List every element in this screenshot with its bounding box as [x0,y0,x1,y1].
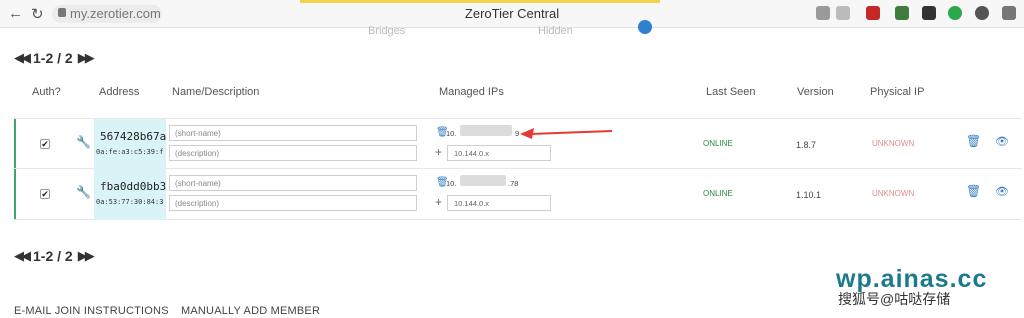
pagination-label: 1-2 / 2 [33,248,73,264]
pagination-top: ◀◀ 1-2 / 2 ▶▶ [14,50,95,66]
wrench-icon[interactable]: 🔧 [76,185,91,199]
manually-add-member-link[interactable]: MANUALLY ADD MEMBER [181,305,320,317]
header-auth[interactable]: Auth? [32,86,61,98]
trash-icon[interactable]: 🗑 [966,184,981,198]
member-mac: 0a:53:77:30:84:3 [96,198,164,206]
prev-page-icon[interactable]: ◀◀ [14,50,31,66]
email-join-instructions-link[interactable]: E-MAIL JOIN INSTRUCTIONS [14,305,169,317]
plus-icon[interactable]: + [435,145,442,159]
managed-ip-redacted [460,125,512,136]
extension-icon[interactable] [816,6,830,20]
member-address-cell: 567428b67a 0a:fe:a3:c5:39:f [94,119,166,170]
extension-misc-icon[interactable] [1002,6,1016,20]
header-name[interactable]: Name/Description [172,86,259,98]
header-version[interactable]: Version [797,86,834,98]
trash-icon[interactable]: 🗑 [966,134,981,148]
pagination-label: 1-2 / 2 [33,50,73,66]
row-accent-bar [14,169,16,219]
extension-red-icon[interactable] [866,6,880,20]
table-row: ✔ 🔧 fba0dd0bb3 0a:53:77:30:84:3 (short-n… [14,169,1022,220]
bookmark-icon[interactable] [836,6,850,20]
header-address[interactable]: Address [99,86,139,98]
auth-checkbox[interactable]: ✔ [40,139,50,149]
short-name-input[interactable]: (short-name) [169,125,417,141]
extension-bulb-icon[interactable] [975,6,989,20]
header-managed-ips[interactable]: Managed IPs [439,86,504,98]
next-page-icon[interactable]: ▶▶ [78,248,95,264]
last-seen-status: ONLINE [703,139,733,148]
pagination-bottom: ◀◀ 1-2 / 2 ▶▶ [14,248,95,264]
member-version: 1.8.7 [796,140,817,150]
physical-ip: UNKNOWN [872,189,915,198]
annotation-arrow-icon [520,128,613,139]
managed-ip-prefix: 10. [446,179,457,188]
browser-toolbar: ← ↻ my.zerotier.com ZeroTier Central [0,0,1024,28]
member-mac: 0a:fe:a3:c5:39:f [96,148,164,156]
add-ip-input[interactable]: 10.144.0.x [447,195,551,211]
member-address: fba0dd0bb3 [100,180,167,193]
last-seen-status: ONLINE [703,189,733,198]
prev-page-icon[interactable]: ◀◀ [14,248,31,264]
header-last-seen[interactable]: Last Seen [706,86,756,98]
info-icon[interactable] [638,20,652,34]
managed-ip-redacted [460,175,506,186]
member-version: 1.10.1 [796,190,822,200]
hidden-label: Hidden [538,25,573,37]
plus-icon[interactable]: + [435,195,442,209]
loading-indicator [300,0,660,3]
next-page-icon[interactable]: ▶▶ [78,50,95,66]
auth-checkbox[interactable]: ✔ [40,189,50,199]
member-address-cell: fba0dd0bb3 0a:53:77:30:84:3 [94,169,166,220]
eye-icon[interactable]: 👁 [995,135,1009,148]
extension-shield-icon[interactable] [895,6,909,20]
member-address: 567428b67a [100,130,167,143]
wrench-icon[interactable]: 🔧 [76,135,91,149]
row-accent-bar [14,119,16,168]
watermark-sub: 搜狐号@咕哒存储 [838,291,951,307]
eye-icon[interactable]: 👁 [995,185,1009,198]
managed-ip-suffix: .78 [508,179,519,188]
short-name-input[interactable]: (short-name) [169,175,417,191]
evernote-icon[interactable] [948,6,962,20]
description-input[interactable]: (description) [169,195,417,211]
extension-dark-icon[interactable] [922,6,936,20]
bridges-label: Bridges [368,25,406,37]
add-ip-input[interactable]: 10.144.0.x [447,145,551,161]
description-input[interactable]: (description) [169,145,417,161]
managed-ip-prefix: 10. [446,129,457,138]
header-physical-ip[interactable]: Physical IP [870,86,924,98]
physical-ip: UNKNOWN [872,139,915,148]
